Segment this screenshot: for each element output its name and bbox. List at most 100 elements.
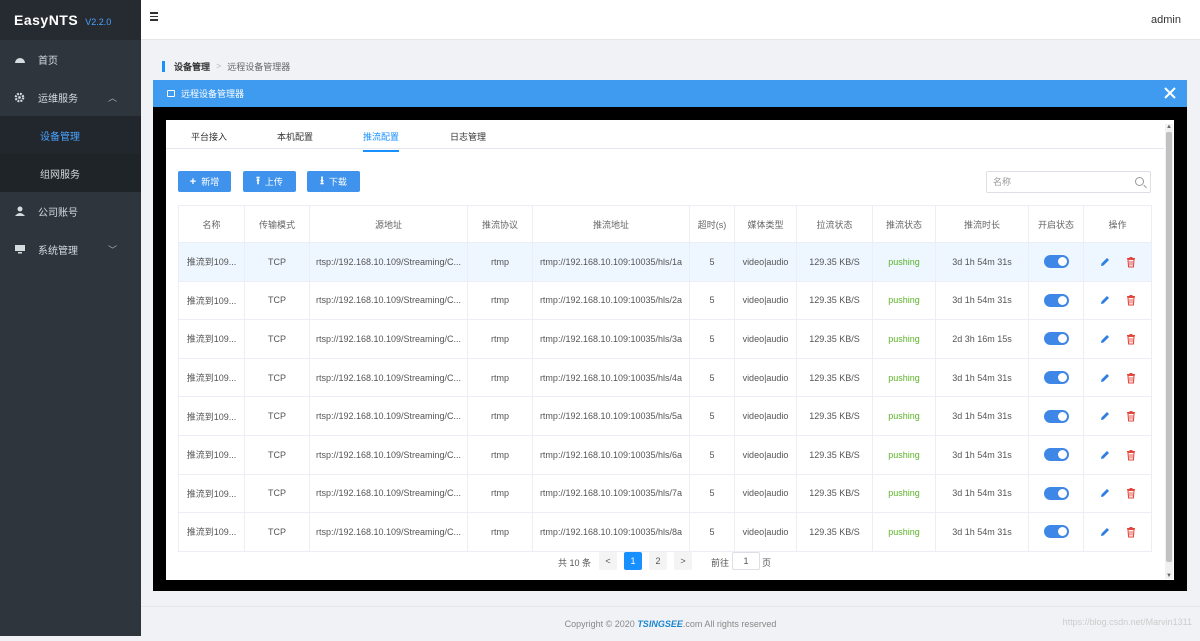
delete-icon[interactable]	[1125, 294, 1137, 306]
table-cell: video|audio	[734, 396, 797, 436]
delete-icon[interactable]	[1125, 372, 1137, 384]
breadcrumb-item-remote-manager: 远程设备管理器	[227, 61, 291, 72]
table-cell: TCP	[244, 396, 310, 436]
download-button[interactable]: ⭳ 下载	[307, 171, 360, 192]
tab-platform-access[interactable]: 平台接入	[191, 130, 227, 143]
enable-toggle[interactable]	[1043, 371, 1069, 385]
sidebar-item-device-management[interactable]: 设备管理	[0, 116, 141, 154]
scrollbar-thumb[interactable]	[1166, 132, 1172, 562]
scroll-down-icon[interactable]: ▼	[1166, 573, 1172, 579]
enable-toggle[interactable]	[1043, 486, 1069, 500]
pagination-prev[interactable]: <	[599, 552, 617, 570]
edit-icon[interactable]	[1099, 256, 1111, 268]
upload-button[interactable]: ⭱ 上传	[243, 171, 296, 192]
edit-icon[interactable]	[1099, 449, 1111, 461]
column-header: 推流状态	[872, 205, 936, 243]
column-header: 源地址	[309, 205, 468, 243]
table-cell: rtmp	[467, 242, 533, 282]
table-cell: TCP	[244, 512, 310, 552]
sidebar-item-home[interactable]: 首页	[0, 40, 141, 78]
enable-toggle[interactable]	[1043, 525, 1069, 539]
app-name: EasyNTS	[14, 12, 79, 28]
sidebar-item-company-account[interactable]: 公司账号	[0, 192, 141, 230]
delete-icon[interactable]	[1125, 410, 1137, 422]
scrollbar[interactable]: ▲ ▼	[1165, 124, 1173, 579]
pagination-page-2[interactable]: 2	[649, 552, 667, 570]
pagination-page-1[interactable]: 1	[624, 552, 642, 570]
breadcrumb-item-device-management[interactable]: 设备管理	[174, 60, 210, 73]
table-cell: 推流到109...	[178, 280, 245, 321]
table-cell: pushing	[872, 242, 936, 282]
footer-suffix: .com All rights reserved	[682, 619, 777, 629]
enable-toggle[interactable]	[1043, 448, 1069, 462]
sidebar-item-label: 设备管理	[40, 131, 80, 143]
delete-icon[interactable]	[1125, 526, 1137, 538]
table-cell: rtmp	[467, 473, 533, 514]
delete-icon[interactable]	[1125, 333, 1137, 345]
enable-toggle[interactable]	[1043, 409, 1069, 423]
edit-icon[interactable]	[1099, 294, 1111, 306]
hamburger-icon[interactable]	[150, 12, 158, 21]
breadcrumb-separator: >	[216, 61, 222, 71]
enable-toggle[interactable]	[1043, 255, 1069, 269]
enable-toggle-cell	[1028, 242, 1084, 282]
edit-icon[interactable]	[1099, 487, 1111, 499]
user-menu[interactable]: admin	[1151, 14, 1181, 26]
actions-cell	[1083, 357, 1152, 398]
pagination: 共 10 条 < 1 2 > 前往 1 页	[166, 552, 1164, 570]
table-cell: 5	[689, 434, 735, 475]
table-cell: rtsp://192.168.10.109/Streaming/C...	[309, 357, 468, 398]
search-icon[interactable]	[1135, 177, 1144, 186]
table-cell: rtmp://192.168.10.109:10035/hls/4a	[532, 357, 690, 398]
edit-icon[interactable]	[1099, 410, 1111, 422]
plus-icon: +	[189, 175, 197, 188]
pagination-page-input[interactable]: 1	[732, 552, 760, 570]
pagination-next[interactable]: >	[674, 552, 692, 570]
table-cell: rtmp	[467, 512, 533, 552]
chevron-up-icon: ︿	[107, 93, 117, 103]
table-cell: rtsp://192.168.10.109/Streaming/C...	[309, 434, 468, 475]
delete-icon[interactable]	[1125, 487, 1137, 499]
table-cell: video|audio	[734, 473, 797, 514]
table-cell: video|audio	[734, 357, 797, 398]
watermark: https://blog.csdn.net/Marvin1311	[1062, 617, 1192, 627]
tab-local-config[interactable]: 本机配置	[277, 130, 313, 143]
table-cell: 3d 1h 54m 31s	[935, 512, 1029, 552]
pagination-goto-label: 前往	[711, 558, 730, 568]
sidebar-item-system-management[interactable]: 系统管理 ﹀	[0, 230, 141, 268]
column-header: 推流地址	[532, 205, 690, 243]
enable-toggle-cell	[1028, 396, 1084, 436]
enable-toggle[interactable]	[1043, 293, 1069, 307]
column-header: 媒体类型	[734, 205, 797, 243]
upload-icon: ⭱	[256, 175, 260, 187]
table-cell: 129.35 KB/S	[796, 319, 873, 359]
chevron-down-icon: ﹀	[107, 245, 117, 255]
delete-icon[interactable]	[1125, 256, 1137, 268]
close-icon[interactable]	[1163, 86, 1177, 100]
table-cell: 3d 1h 54m 31s	[935, 357, 1029, 398]
table-cell: 129.35 KB/S	[796, 434, 873, 475]
add-button[interactable]: + 新增	[178, 171, 231, 192]
edit-icon[interactable]	[1099, 526, 1111, 538]
table-cell: TCP	[244, 242, 310, 282]
edit-icon[interactable]	[1099, 372, 1111, 384]
edit-icon[interactable]	[1099, 333, 1111, 345]
search-input[interactable]	[987, 172, 1127, 192]
table-cell: 3d 1h 54m 31s	[935, 473, 1029, 514]
delete-icon[interactable]	[1125, 449, 1137, 461]
scroll-up-icon[interactable]: ▲	[1166, 124, 1172, 130]
table-cell: video|audio	[734, 319, 797, 359]
table-cell: 推流到109...	[178, 434, 245, 475]
tab-log-management[interactable]: 日志管理	[450, 130, 486, 143]
sidebar-item-network-service[interactable]: 组网服务	[0, 154, 141, 192]
table-cell: 129.35 KB/S	[796, 512, 873, 552]
sidebar-item-ops[interactable]: 运维服务 ︿	[0, 78, 141, 116]
tab-push-config[interactable]: 推流配置	[363, 130, 400, 152]
user-icon	[14, 206, 26, 216]
table-cell: video|audio	[734, 242, 797, 282]
table-cell: rtmp	[467, 319, 533, 359]
enable-toggle[interactable]	[1043, 332, 1069, 346]
table-cell: rtsp://192.168.10.109/Streaming/C...	[309, 512, 468, 552]
table-cell: 3d 1h 54m 31s	[935, 396, 1029, 436]
table-cell: 推流到109...	[178, 473, 245, 514]
